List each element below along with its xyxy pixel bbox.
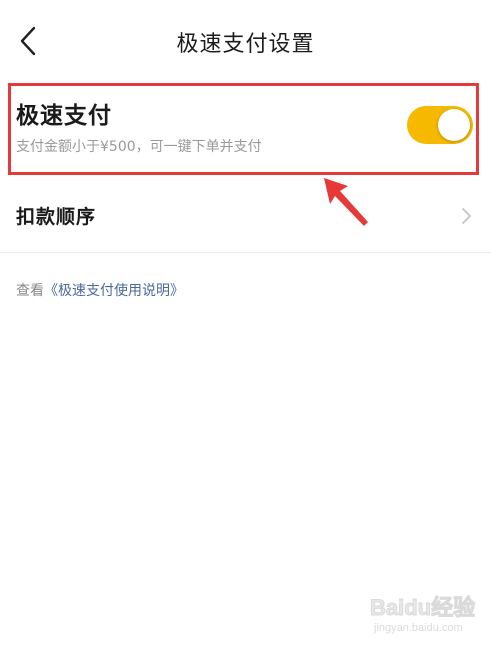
watermark-url: jingyan.baidu.com — [374, 622, 463, 634]
payment-order-row[interactable]: 扣款顺序 — [0, 180, 491, 252]
divider — [0, 252, 491, 253]
page-title: 极速支付设置 — [176, 32, 315, 57]
speed-pay-toggle[interactable] — [407, 106, 473, 144]
speed-pay-description: 支付金额小于¥500，可一键下单并支付 — [16, 139, 262, 155]
help-line: 查看《极速支付使用说明》 — [16, 280, 184, 300]
toggle-knob — [438, 109, 470, 141]
payment-order-label: 扣款顺序 — [16, 206, 97, 228]
speed-pay-title: 极速支付 — [16, 103, 112, 129]
help-link[interactable]: 《极速支付使用说明》 — [44, 283, 184, 299]
watermark-brand: Baidu经验 — [369, 595, 476, 621]
speed-pay-row: 极速支付 支付金额小于¥500，可一键下单并支付 — [0, 80, 491, 180]
help-prefix: 查看 — [16, 283, 44, 299]
chevron-right-icon — [462, 208, 471, 224]
baidu-watermark: Baidu经验 jingyan.baidu.com — [369, 586, 480, 642]
nav-bar: 极速支付设置 — [0, 0, 491, 80]
